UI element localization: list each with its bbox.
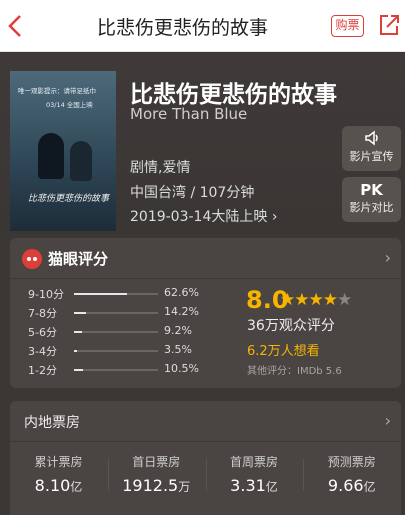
chevron-right-icon[interactable]: ›: [385, 248, 391, 267]
rating-bar-fill: [74, 293, 127, 295]
rating-range-label: 1-2分: [28, 364, 57, 377]
stat-label: 首周票房: [229, 455, 278, 469]
film-genres: 剧情,爱情: [130, 160, 191, 176]
stat-unit: 亿: [265, 480, 278, 494]
divider: [10, 441, 401, 442]
box-office-header: 内地票房: [24, 415, 80, 431]
share-icon[interactable]: [378, 13, 400, 37]
poster-figure: [70, 141, 92, 181]
stat-label: 累计票房: [34, 455, 83, 469]
stat-number: 3.31: [230, 476, 266, 495]
film-promotion-label: 影片宣传: [349, 150, 394, 163]
rating-percent: 10.5%: [164, 362, 199, 375]
rating-bar-fill: [74, 369, 83, 371]
stat-unit: 亿: [70, 480, 83, 494]
poster-calligraphy-title: 比悲伤更悲伤的故事: [28, 194, 110, 204]
rating-range-label: 3-4分: [28, 345, 57, 358]
rating-bar-fill: [74, 331, 82, 333]
stat-label: 首日票房: [132, 455, 181, 469]
star-icon: ★: [308, 290, 324, 310]
stat-separator: [107, 459, 109, 491]
top-nav-bar: 比悲伤更悲伤的故事 购票: [0, 0, 405, 52]
pk-icon: PK: [360, 181, 383, 199]
rating-percent: 14.2%: [164, 305, 199, 318]
megaphone-icon: [342, 126, 401, 148]
rating-count: 36万观众评分: [247, 318, 335, 334]
stat-value: 9.66亿: [303, 476, 400, 495]
buy-ticket-button[interactable]: 购票: [331, 15, 364, 37]
stat-unit: 亿: [363, 480, 376, 494]
rating-bar-track: [74, 312, 158, 314]
film-compare-button[interactable]: PK 影片对比: [342, 177, 401, 222]
film-poster[interactable]: 唯一观影提示：请带足纸巾 03/14 全国上映 比悲伤更悲伤的故事: [10, 71, 116, 231]
other-rating: 其他评分：IMDb 5.6: [247, 366, 342, 377]
rating-range-label: 9-10分: [28, 288, 64, 301]
rating-percent: 3.5%: [164, 343, 192, 356]
rating-bar-track: [74, 331, 158, 333]
film-region-duration: 中国台湾 / 107分钟: [130, 185, 255, 201]
star-icon: ★: [337, 290, 352, 310]
stat-value: 8.10亿: [10, 476, 107, 495]
poster-figure: [38, 133, 64, 179]
stat-number: 1912.5: [122, 476, 179, 495]
box-office-stat: 累计票房 8.10亿: [10, 453, 107, 495]
stat-separator: [303, 459, 305, 491]
film-compare-label: 影片对比: [349, 201, 394, 214]
rating-bar-track: [74, 293, 158, 295]
maoyan-cat-icon: [22, 249, 42, 269]
poster-tagline: 唯一观影提示：请带足纸巾: [18, 87, 96, 95]
stat-value: 3.31亿: [206, 476, 303, 495]
rating-header-label: 猫眼评分: [48, 250, 109, 268]
want-to-see-count: 6.2万人想看: [247, 344, 320, 359]
rating-percent: 62.6%: [164, 286, 199, 299]
box-office-stat: 首周票房 3.31亿: [206, 453, 303, 495]
star-icon: ★: [294, 290, 309, 310]
rating-range-label: 7-8分: [28, 307, 57, 320]
box-office-stat: 预测票房 9.66亿: [303, 453, 400, 495]
stat-number: 8.10: [34, 476, 71, 495]
chevron-right-icon[interactable]: ›: [385, 411, 391, 430]
chevron-right-icon: ›: [271, 209, 278, 225]
rating-percent: 9.2%: [164, 324, 192, 337]
film-release-date: 2019-03-14大陆上映: [130, 209, 268, 225]
film-english-title: More Than Blue: [130, 105, 248, 123]
rating-bar-track: [74, 350, 158, 352]
star-icon: ★: [322, 290, 338, 310]
box-office-stat: 首日票房 1912.5万: [108, 453, 205, 495]
rating-bar-fill: [74, 350, 77, 352]
stat-separator: [205, 459, 207, 491]
divider: [10, 278, 401, 279]
rating-bar-track: [74, 369, 158, 371]
star-icon: ★: [280, 290, 295, 310]
stat-label: 预测票房: [327, 455, 376, 469]
page-title: 比悲伤更悲伤的故事: [96, 17, 268, 39]
box-office-card[interactable]: 内地票房 › 累计票房 8.10亿 首日票房 1912.5万 首周票房 3.31亿 预测票房…: [10, 401, 401, 515]
rating-range-label: 5-6分: [28, 326, 57, 339]
film-promotion-button[interactable]: 影片宣传: [342, 126, 401, 171]
stat-value: 1912.5万: [108, 476, 205, 495]
stat-number: 9.66: [327, 476, 364, 495]
stat-unit: 万: [178, 480, 191, 494]
poster-date: 03/14 全国上映: [46, 101, 93, 109]
back-arrow-icon[interactable]: [4, 12, 28, 40]
star-rating: ★★★★★: [280, 290, 352, 310]
rating-bar-fill: [74, 312, 86, 314]
film-title: 比悲伤更悲伤的故事: [130, 82, 337, 108]
film-hero: 唯一观影提示：请带足纸巾 03/14 全国上映 比悲伤更悲伤的故事 比悲伤更悲伤…: [0, 53, 405, 235]
maoyan-rating-card[interactable]: 猫眼评分 › 9-10分 62.6% 7-8分 14.2% 5-6分 9.2% 3-4分 3.…: [10, 238, 401, 388]
film-release-link[interactable]: 2019-03-14大陆上映 ›: [130, 206, 277, 226]
